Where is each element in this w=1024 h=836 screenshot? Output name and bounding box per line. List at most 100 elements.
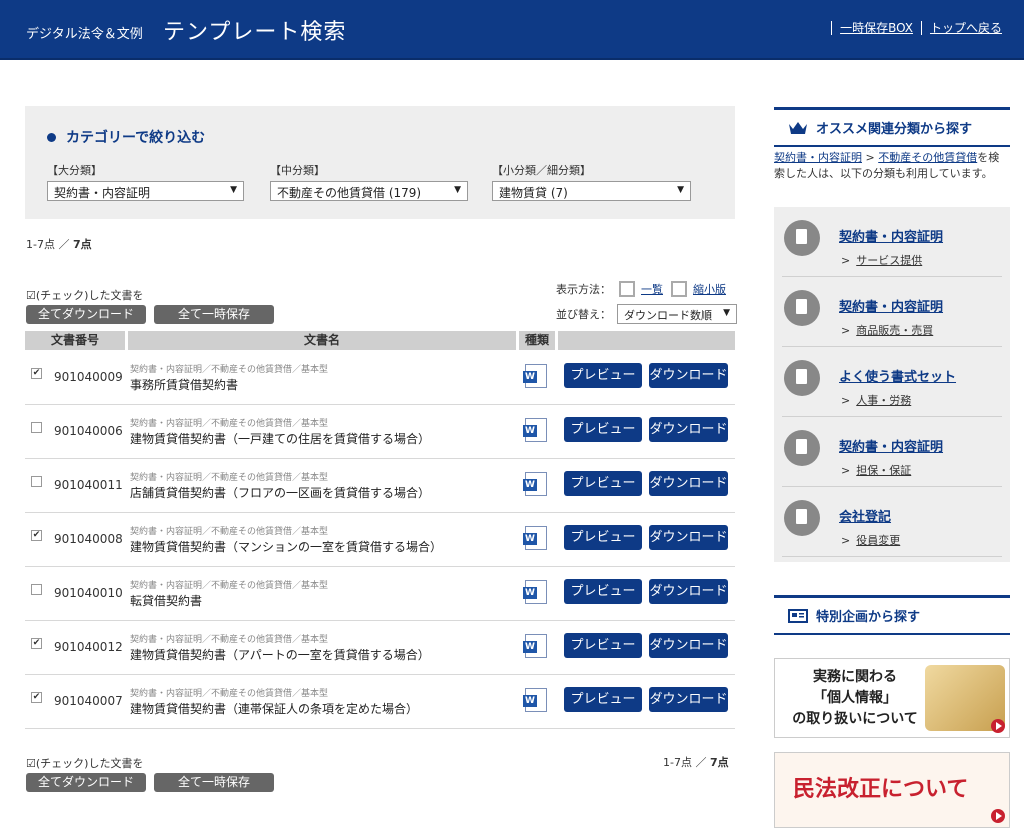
display-mode: 表示方法： 一覧 縮小版 <box>556 281 726 297</box>
preview-button[interactable]: プレビュー <box>564 471 642 496</box>
word-file-icon: W <box>523 526 547 550</box>
row-checkbox[interactable]: ✔ <box>31 368 42 379</box>
doc-name: 店舗賃貸借契約書（フロアの一区画を賃貸借する場合） <box>130 486 431 500</box>
recommend-item: 契約書・内容証明 > 商品販売・売買 <box>782 277 1002 347</box>
download-button[interactable]: ダウンロード <box>649 687 728 712</box>
row-checkbox[interactable]: ✔ <box>31 692 42 703</box>
download-button[interactable]: ダウンロード <box>649 363 728 388</box>
recommend-item-title[interactable]: 契約書・内容証明 <box>839 226 943 245</box>
row-checkbox[interactable] <box>31 584 42 595</box>
desc-link-realestate[interactable]: 不動産その他賃貸借 <box>878 151 977 164</box>
back-to-top-link[interactable]: トップへ戻る <box>930 19 1002 36</box>
doc-number: 901040010 <box>54 586 123 600</box>
word-file-icon: W <box>523 634 547 658</box>
recommend-item-sub[interactable]: 役員変更 <box>856 534 900 547</box>
recommend-item-title[interactable]: 会社登記 <box>839 506 891 525</box>
document-icon <box>784 430 820 466</box>
doc-number: 901040007 <box>54 694 123 708</box>
word-file-icon: W <box>523 364 547 388</box>
document-icon <box>784 220 820 256</box>
newspaper-icon <box>788 608 808 623</box>
recommend-item: 契約書・内容証明 > サービス提供 <box>782 207 1002 277</box>
doc-number: 901040011 <box>54 478 123 492</box>
bullet-icon <box>47 132 56 142</box>
row-checkbox[interactable] <box>31 476 42 487</box>
recommend-description: 契約書・内容証明 > 不動産その他賃貸借を検索した人は、以下の分類も利用していま… <box>774 151 1000 180</box>
recommend-item-title[interactable]: 契約書・内容証明 <box>839 296 943 315</box>
table-row: ✔ 901040012 契約書・内容証明／不動産その他賃貸借／基本型 建物賃貸借… <box>25 621 735 675</box>
check-note-top: ☑(チェック)した文書を <box>26 289 144 302</box>
recommend-item-title[interactable]: 契約書・内容証明 <box>839 436 943 455</box>
play-icon <box>991 809 1005 823</box>
download-button[interactable]: ダウンロード <box>649 633 728 658</box>
save-all-button-top[interactable]: 全て一時保存 <box>154 305 274 324</box>
header-links: 一時保存BOX トップへ戻る <box>823 19 1002 36</box>
result-count-bottom: 1-7点 ／ 7点 <box>663 756 729 769</box>
large-category-select[interactable]: 契約書・内容証明 ▼ <box>47 181 244 201</box>
result-count-top: 1-7点 ／ 7点 <box>26 238 92 251</box>
recommend-item-sub[interactable]: 商品販売・売買 <box>856 324 933 337</box>
doc-number: 901040008 <box>54 532 123 546</box>
download-button[interactable]: ダウンロード <box>649 525 728 550</box>
grid-view-icon[interactable] <box>671 281 687 297</box>
table-header: 文書番号 文書名 種類 <box>25 331 735 350</box>
sort-control: 並び替え： ダウンロード数順 ▼ <box>556 304 737 324</box>
recommend-item-sub[interactable]: 人事・労務 <box>856 394 911 407</box>
doc-name: 事務所賃貸借契約書 <box>130 378 239 392</box>
privacy-banner[interactable]: 実務に関わる 「個人情報」 の取り扱いについて <box>774 658 1010 738</box>
recommend-item-sub[interactable]: サービス提供 <box>856 254 922 267</box>
doc-category: 契約書・内容証明／不動産その他賃貸借／基本型 <box>130 635 329 645</box>
header: デジタル法令＆文例 テンプレート検索 一時保存BOX トップへ戻る <box>0 0 1024 60</box>
temp-save-box-link[interactable]: 一時保存BOX <box>840 19 913 36</box>
download-all-button-top[interactable]: 全てダウンロード <box>26 305 146 324</box>
civil-law-banner[interactable]: 民法改正について <box>774 752 1010 828</box>
preview-button[interactable]: プレビュー <box>564 579 642 604</box>
document-icon <box>784 290 820 326</box>
dropdown-arrow-icon: ▼ <box>677 185 684 195</box>
word-file-icon: W <box>523 472 547 496</box>
list-view-icon[interactable] <box>619 281 635 297</box>
doc-name: 建物賃貸借契約書（アパートの一室を賃貸借する場合） <box>130 648 430 662</box>
preview-button[interactable]: プレビュー <box>564 363 642 388</box>
recommend-heading: オススメ関連分類から探す <box>774 107 1010 147</box>
desc-link-contract[interactable]: 契約書・内容証明 <box>774 151 862 164</box>
recommend-item-title[interactable]: よく使う書式セット <box>839 366 956 385</box>
row-checkbox[interactable] <box>31 422 42 433</box>
download-button[interactable]: ダウンロード <box>649 417 728 442</box>
word-file-icon: W <box>523 580 547 604</box>
middle-category-select[interactable]: 不動産その他賃貸借 (179) ▼ <box>270 181 468 201</box>
thumbnail-view-link[interactable]: 縮小版 <box>693 281 726 297</box>
download-all-button-bottom[interactable]: 全てダウンロード <box>26 773 146 792</box>
row-checkbox[interactable]: ✔ <box>31 530 42 541</box>
doc-category: 契約書・内容証明／不動産その他賃貸借／基本型 <box>130 473 329 483</box>
header-doc-no: 文書番号 <box>25 331 125 350</box>
recommend-item-sub[interactable]: 担保・保証 <box>856 464 911 477</box>
middle-category-label: 【中分類】 <box>270 164 325 177</box>
table-row: ✔ 901040009 契約書・内容証明／不動産その他賃貸借／基本型 事務所賃貸… <box>25 351 735 405</box>
dropdown-arrow-icon: ▼ <box>723 308 730 318</box>
doc-number: 901040006 <box>54 424 123 438</box>
sort-select[interactable]: ダウンロード数順 ▼ <box>617 304 737 324</box>
preview-button[interactable]: プレビュー <box>564 417 642 442</box>
doc-category: 契約書・内容証明／不動産その他賃貸借／基本型 <box>130 527 329 537</box>
download-button[interactable]: ダウンロード <box>649 471 728 496</box>
row-checkbox[interactable]: ✔ <box>31 638 42 649</box>
large-category-label: 【大分類】 <box>47 164 102 177</box>
page-title: テンプレート検索 <box>163 20 347 45</box>
recommend-item: よく使う書式セット > 人事・労務 <box>782 347 1002 417</box>
small-category-select[interactable]: 建物賃貸 (7) ▼ <box>492 181 691 201</box>
filter-title: カテゴリーで絞り込む <box>47 127 205 147</box>
small-category-label: 【小分類／細分類】 <box>492 164 591 177</box>
save-all-button-bottom[interactable]: 全て一時保存 <box>154 773 274 792</box>
building-icon <box>784 500 820 536</box>
download-button[interactable]: ダウンロード <box>649 579 728 604</box>
table-row: ✔ 901040008 契約書・内容証明／不動産その他賃貸借／基本型 建物賃貸借… <box>25 513 735 567</box>
doc-name: 転貸借契約書 <box>130 594 203 608</box>
header-doc-name: 文書名 <box>128 331 516 350</box>
header-doc-type: 種類 <box>519 331 555 350</box>
preview-button[interactable]: プレビュー <box>564 687 642 712</box>
table-row: 901040011 契約書・内容証明／不動産その他賃貸借／基本型 店舗賃貸借契約… <box>25 459 735 513</box>
preview-button[interactable]: プレビュー <box>564 525 642 550</box>
preview-button[interactable]: プレビュー <box>564 633 642 658</box>
list-view-link[interactable]: 一覧 <box>641 281 663 297</box>
